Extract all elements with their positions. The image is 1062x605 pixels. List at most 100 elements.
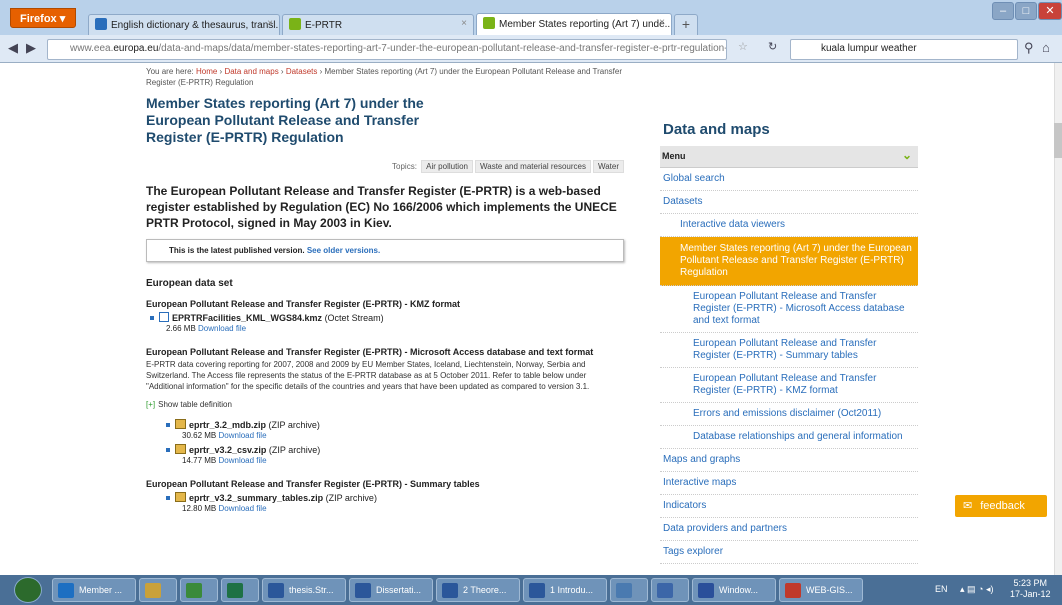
- app-icon: [227, 583, 243, 598]
- file-type: (ZIP archive): [268, 420, 320, 430]
- bullet-icon: [150, 316, 154, 320]
- taskbar-item[interactable]: 2 Theore...: [436, 578, 520, 602]
- new-tab-button[interactable]: +: [674, 14, 698, 35]
- language-indicator[interactable]: EN: [935, 584, 948, 594]
- menu-header[interactable]: Menu ⌄: [660, 146, 918, 168]
- breadcrumb: You are here: Home › Data and maps › Dat…: [146, 67, 622, 87]
- start-button[interactable]: [14, 577, 42, 603]
- home-icon[interactable]: ⌂: [1042, 40, 1050, 55]
- toggle-label[interactable]: Show table definition: [158, 400, 232, 409]
- topic-waste[interactable]: Waste and material resources: [474, 160, 591, 173]
- taskbar-item-label: Window...: [719, 585, 759, 595]
- zip-icon: [175, 444, 186, 454]
- sidebar-item-data-providers[interactable]: Data providers and partners: [660, 518, 918, 541]
- taskbar-item[interactable]: [180, 578, 218, 602]
- close-icon[interactable]: ×: [267, 18, 273, 29]
- scrollbar-thumb[interactable]: [1054, 123, 1062, 158]
- taskbar-item[interactable]: [610, 578, 648, 602]
- download-link[interactable]: Download file: [218, 504, 266, 513]
- globe-icon: [95, 18, 107, 30]
- sidebar-item-database-relationships[interactable]: Database relationships and general infor…: [660, 426, 918, 449]
- app-icon: [616, 583, 632, 598]
- chevron-down-icon[interactable]: ⌄: [902, 148, 912, 162]
- topic-water[interactable]: Water: [592, 160, 624, 173]
- close-icon[interactable]: ×: [659, 17, 665, 28]
- url-host: www.eea.: [70, 43, 114, 54]
- minimize-button[interactable]: –: [992, 2, 1014, 20]
- breadcrumb-home[interactable]: Home: [196, 67, 217, 76]
- search-icon[interactable]: ⚲: [1024, 40, 1034, 56]
- taskbar-item[interactable]: [221, 578, 259, 602]
- back-icon[interactable]: ◀: [8, 40, 18, 56]
- breadcrumb-datasets[interactable]: Datasets: [286, 67, 318, 76]
- breadcrumb-data-and-maps[interactable]: Data and maps: [224, 67, 278, 76]
- sidebar-item-global-search[interactable]: Global search: [660, 168, 918, 191]
- app-icon: [657, 583, 673, 598]
- taskbar-item[interactable]: Dissertati...: [349, 578, 433, 602]
- download-link[interactable]: Download file: [218, 456, 266, 465]
- taskbar-item[interactable]: [139, 578, 177, 602]
- taskbar-item[interactable]: thesis.Str...: [262, 578, 346, 602]
- tab-member-states[interactable]: Member States reporting (Art 7) unde... ×: [476, 13, 672, 35]
- file-item: eprtr_3.2_mdb.zip (ZIP archive): [166, 419, 624, 431]
- main-content: You are here: Home › Data and maps › Dat…: [146, 63, 624, 513]
- app-icon: [145, 583, 161, 598]
- sidebar-item-errors-disclaimer[interactable]: Errors and emissions disclaimer (Oct2011…: [660, 403, 918, 426]
- section-description: E-PRTR data covering reporting for 2007,…: [146, 360, 590, 391]
- taskbar-item-label: 1 Introdu...: [550, 585, 594, 595]
- sidebar-item-maps-and-graphs[interactable]: Maps and graphs: [660, 449, 918, 472]
- file-name-link[interactable]: eprtr_v3.2_summary_tables.zip: [189, 493, 323, 503]
- sidebar-item-summary-tables[interactable]: European Pollutant Release and Transfer …: [660, 333, 918, 368]
- megaphone-icon: ✉: [963, 500, 973, 512]
- taskbar-item-label: Dissertati...: [376, 585, 422, 595]
- zip-icon: [175, 419, 186, 429]
- clock[interactable]: 5:23 PM 17-Jan-12: [1010, 578, 1051, 600]
- feedback-button[interactable]: ✉ feedback: [955, 495, 1047, 517]
- close-icon[interactable]: ×: [461, 18, 467, 29]
- toggle-mark[interactable]: [+]: [146, 400, 155, 409]
- search-input[interactable]: kuala lumpur weather: [790, 39, 1018, 60]
- scrollbar[interactable]: [1054, 63, 1062, 575]
- taskbar-item[interactable]: WEB-GIS...: [779, 578, 863, 602]
- page-title: Member States reporting (Art 7) under th…: [146, 95, 424, 145]
- reload-icon[interactable]: ↻: [768, 40, 777, 53]
- sidebar-item-indicators[interactable]: Indicators: [660, 495, 918, 518]
- tab-eprtr[interactable]: E-PRTR ×: [282, 14, 474, 35]
- sidebar-item-interactive-data-viewers[interactable]: Interactive data viewers: [660, 214, 918, 237]
- bookmark-star-icon[interactable]: ☆: [738, 40, 748, 53]
- download-link[interactable]: Download file: [218, 431, 266, 440]
- file-item: EPRTRFacilities_KML_WGS84.kmz (Octet Str…: [150, 312, 624, 324]
- file-size-row: 14.77 MB Download file: [182, 456, 624, 465]
- topic-air-pollution[interactable]: Air pollution: [421, 160, 473, 173]
- tab-label: E-PRTR: [305, 20, 343, 31]
- tray-icons[interactable]: ▴ ▤ ◔ ◂): [960, 584, 993, 595]
- bullet-icon: [166, 423, 170, 427]
- older-versions-link[interactable]: See older versions.: [307, 246, 380, 255]
- file-name-link[interactable]: eprtr_v3.2_csv.zip: [189, 445, 266, 455]
- sidebar-item-interactive-maps[interactable]: Interactive maps: [660, 472, 918, 495]
- forward-icon[interactable]: ▶: [26, 40, 36, 56]
- firefox-menu-button[interactable]: Firefox ▾: [10, 8, 76, 28]
- download-link[interactable]: Download file: [198, 324, 246, 333]
- sidebar-item-kmz-format[interactable]: European Pollutant Release and Transfer …: [660, 368, 918, 403]
- close-window-button[interactable]: ✕: [1038, 2, 1062, 20]
- taskbar-item[interactable]: 1 Introdu...: [523, 578, 607, 602]
- sidebar-item-member-states-reporting[interactable]: Member States reporting (Art 7) under th…: [660, 237, 918, 286]
- menu-label: Menu: [662, 151, 686, 161]
- file-name-link[interactable]: eprtr_3.2_mdb.zip: [189, 420, 266, 430]
- sidebar-item-tags-explorer[interactable]: Tags explorer: [660, 541, 918, 564]
- intro-text: The European Pollutant Release and Trans…: [146, 184, 617, 230]
- taskbar-item[interactable]: Window...: [692, 578, 776, 602]
- app-icon: [355, 583, 371, 598]
- file-name-link[interactable]: EPRTRFacilities_KML_WGS84.kmz: [172, 313, 322, 323]
- table-definition-toggle[interactable]: [+] Show table definition: [146, 400, 624, 409]
- sidebar-item-datasets[interactable]: Datasets: [660, 191, 918, 214]
- topics-bar: Topics: Air pollution Waste and material …: [146, 160, 624, 173]
- sidebar-item-access-database[interactable]: European Pollutant Release and Transfer …: [660, 286, 918, 333]
- url-bar[interactable]: www.eea.europa.eu/data-and-maps/data/mem…: [47, 39, 727, 60]
- tab-dictionary[interactable]: English dictionary & thesaurus, transl..…: [88, 14, 280, 35]
- taskbar-item-label: Member ...: [79, 585, 123, 595]
- taskbar-item[interactable]: Member ...: [52, 578, 136, 602]
- maximize-button[interactable]: □: [1015, 2, 1037, 20]
- taskbar-item[interactable]: [651, 578, 689, 602]
